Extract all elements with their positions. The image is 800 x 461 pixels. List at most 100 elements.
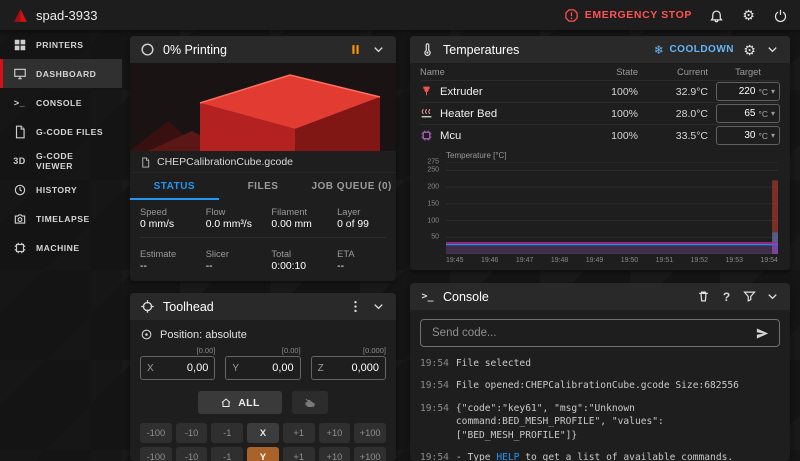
toolhead-card: Toolhead Position: absolute [0.00] X (130, 293, 396, 461)
print-status-header: 0% Printing (130, 36, 396, 63)
stat-label: Slicer (206, 249, 266, 259)
axis-x-value: 0,00 (187, 362, 208, 374)
extruder-target-input[interactable]: 220 °C ▾ (716, 82, 780, 101)
file-icon (140, 157, 151, 168)
main-content: 0% Printing (122, 30, 800, 461)
console-entry-time: 19:54 (420, 357, 449, 370)
chart-x-tick: 19:49 (586, 257, 604, 268)
motors-off-button[interactable] (292, 391, 328, 414)
console-entry-text: {"code":"key61", "msg":"Unknown command:… (456, 402, 780, 442)
move-x-plus-10[interactable]: +10 (319, 423, 351, 443)
sidebar-item-machine[interactable]: MACHINE (0, 233, 122, 262)
move-x-plus-1[interactable]: +1 (283, 423, 315, 443)
temperature-chart: Temperature [°C] 27525020015010050 19:45… (420, 152, 780, 268)
progress-circle-icon (140, 42, 155, 57)
col-target: Target (716, 67, 780, 77)
settings-gear-icon[interactable]: ⚙ (741, 8, 756, 23)
pause-icon[interactable] (348, 42, 363, 57)
sidebar-item-console[interactable]: >_ CONSOLE (0, 88, 122, 117)
dots-vertical-menu-icon[interactable] (348, 299, 363, 314)
temp-row-heater-bed: Heater Bed 100% 28.0°C 65 °C ▾ (420, 102, 780, 124)
move-x-plus-100[interactable]: +100 (354, 423, 386, 443)
position-target-icon (140, 328, 153, 341)
chart-x-tick: 19:50 (621, 257, 639, 268)
heater-current: 32.9°C (646, 86, 708, 98)
sidebar-item-gcode-files[interactable]: G-CODE FILES (0, 117, 122, 146)
chart-y-axis: 27525020015010050 (420, 162, 442, 254)
sidebar-item-timelapse[interactable]: TIMELAPSE (0, 204, 122, 233)
home-all-button[interactable]: ALL (198, 391, 282, 414)
move-y-plus-10[interactable]: +10 (319, 447, 351, 461)
axis-y-field[interactable]: [0.00] Y0,00 (225, 346, 300, 380)
mcu-chip-icon (420, 129, 433, 142)
help-text-post: to get a list of available commands. (519, 452, 733, 461)
home-all-label: ALL (238, 397, 260, 409)
emergency-stop-button[interactable]: EMERGENCY STOP (564, 8, 692, 23)
print-card-tabs: STATUS FILES JOB QUEUE (0) (130, 172, 396, 200)
sidebar-item-history[interactable]: HISTORY (0, 175, 122, 204)
move-x-minus-10[interactable]: -10 (176, 423, 208, 443)
move-x-minus-100[interactable]: -100 (140, 423, 172, 443)
chart-x-tick: 19:54 (760, 257, 778, 268)
trash-icon[interactable] (696, 289, 711, 304)
sidebar-item-dashboard[interactable]: DASHBOARD (0, 59, 122, 88)
axis-x-field[interactable]: [0.00] X0,00 (140, 346, 215, 380)
sidebar-item-gcode-viewer[interactable]: 3D G-CODE VIEWER (0, 146, 122, 175)
axis-z-field[interactable]: [0.000] Z0,000 (311, 346, 386, 380)
timelapse-camera-icon (12, 211, 27, 226)
move-y-plus-100[interactable]: +100 (354, 447, 386, 461)
temperatures-settings-gear-icon[interactable]: ⚙ (742, 42, 757, 57)
console-input[interactable] (430, 326, 747, 340)
chevron-down-icon[interactable] (765, 289, 780, 304)
send-icon[interactable] (755, 326, 770, 341)
filter-funnel-icon[interactable] (742, 289, 757, 304)
chevron-down-icon[interactable] (371, 42, 386, 57)
notifications-bell-icon[interactable] (709, 8, 724, 23)
move-x-minus-1[interactable]: -1 (211, 423, 243, 443)
heater-current: 33.5°C (646, 130, 708, 142)
move-y-minus-10[interactable]: -10 (176, 447, 208, 461)
sidebar-item-printers[interactable]: PRINTERS (0, 30, 122, 59)
heater-state: 100% (586, 130, 638, 142)
heater-bed-target-input[interactable]: 65 °C ▾ (716, 104, 780, 123)
move-axis-y[interactable]: Y (247, 447, 279, 461)
tab-job-queue[interactable]: JOB QUEUE (0) (307, 173, 396, 200)
cooldown-button[interactable]: ❄ COOLDOWN (654, 44, 734, 56)
sidebar-item-label: HISTORY (36, 185, 77, 195)
console-entry-text: - Type HELP to get a list of available c… (456, 451, 751, 461)
target-dropdown-caret[interactable]: ▾ (771, 87, 775, 96)
target-value: 220 (721, 86, 755, 97)
tab-files[interactable]: FILES (219, 173, 308, 200)
chart-y-tick: 250 (427, 167, 439, 174)
chevron-down-icon[interactable] (371, 299, 386, 314)
console-prompt-icon: >_ (12, 95, 27, 110)
help-question-icon[interactable]: ? (719, 289, 734, 304)
console-title: Console (443, 290, 489, 304)
chevron-down-icon[interactable] (765, 42, 780, 57)
console-log[interactable]: 19:54 File selected 19:54 File opened:CH… (410, 353, 790, 461)
help-link[interactable]: HELP (496, 452, 519, 461)
move-y-minus-100[interactable]: -100 (140, 447, 172, 461)
machine-chip-icon (12, 240, 27, 255)
move-y-minus-1[interactable]: -1 (211, 447, 243, 461)
move-axis-x[interactable]: X (247, 423, 279, 443)
stat-value: 0.0 mm³/s (206, 219, 266, 230)
stat-value: 0 mm/s (140, 219, 200, 230)
tab-status[interactable]: STATUS (130, 173, 219, 200)
stat-value: -- (206, 261, 266, 272)
power-icon[interactable] (773, 8, 788, 23)
heater-name: Extruder (440, 86, 483, 98)
snowflake-icon: ❄ (654, 44, 665, 56)
print-stats-row1: Speed0 mm/s Flow0.0 mm³/s Filament0.00 m… (130, 200, 396, 233)
crosshair-icon (140, 299, 155, 314)
target-dropdown-caret[interactable]: ▾ (771, 131, 775, 140)
stat-label: Flow (206, 207, 266, 217)
sidebar: PRINTERS DASHBOARD >_ CONSOLE G-CODE FIL… (0, 30, 122, 461)
thermometer-icon (420, 42, 435, 57)
console-entry: 19:54 {"code":"key61", "msg":"Unknown co… (420, 402, 780, 442)
move-y-plus-1[interactable]: +1 (283, 447, 315, 461)
target-dropdown-caret[interactable]: ▾ (771, 109, 775, 118)
temperatures-card: Temperatures ❄ COOLDOWN ⚙ Name State Cur… (410, 36, 790, 270)
col-current: Current (646, 67, 708, 77)
mcu-target-input[interactable]: 30 °C ▾ (716, 126, 780, 145)
